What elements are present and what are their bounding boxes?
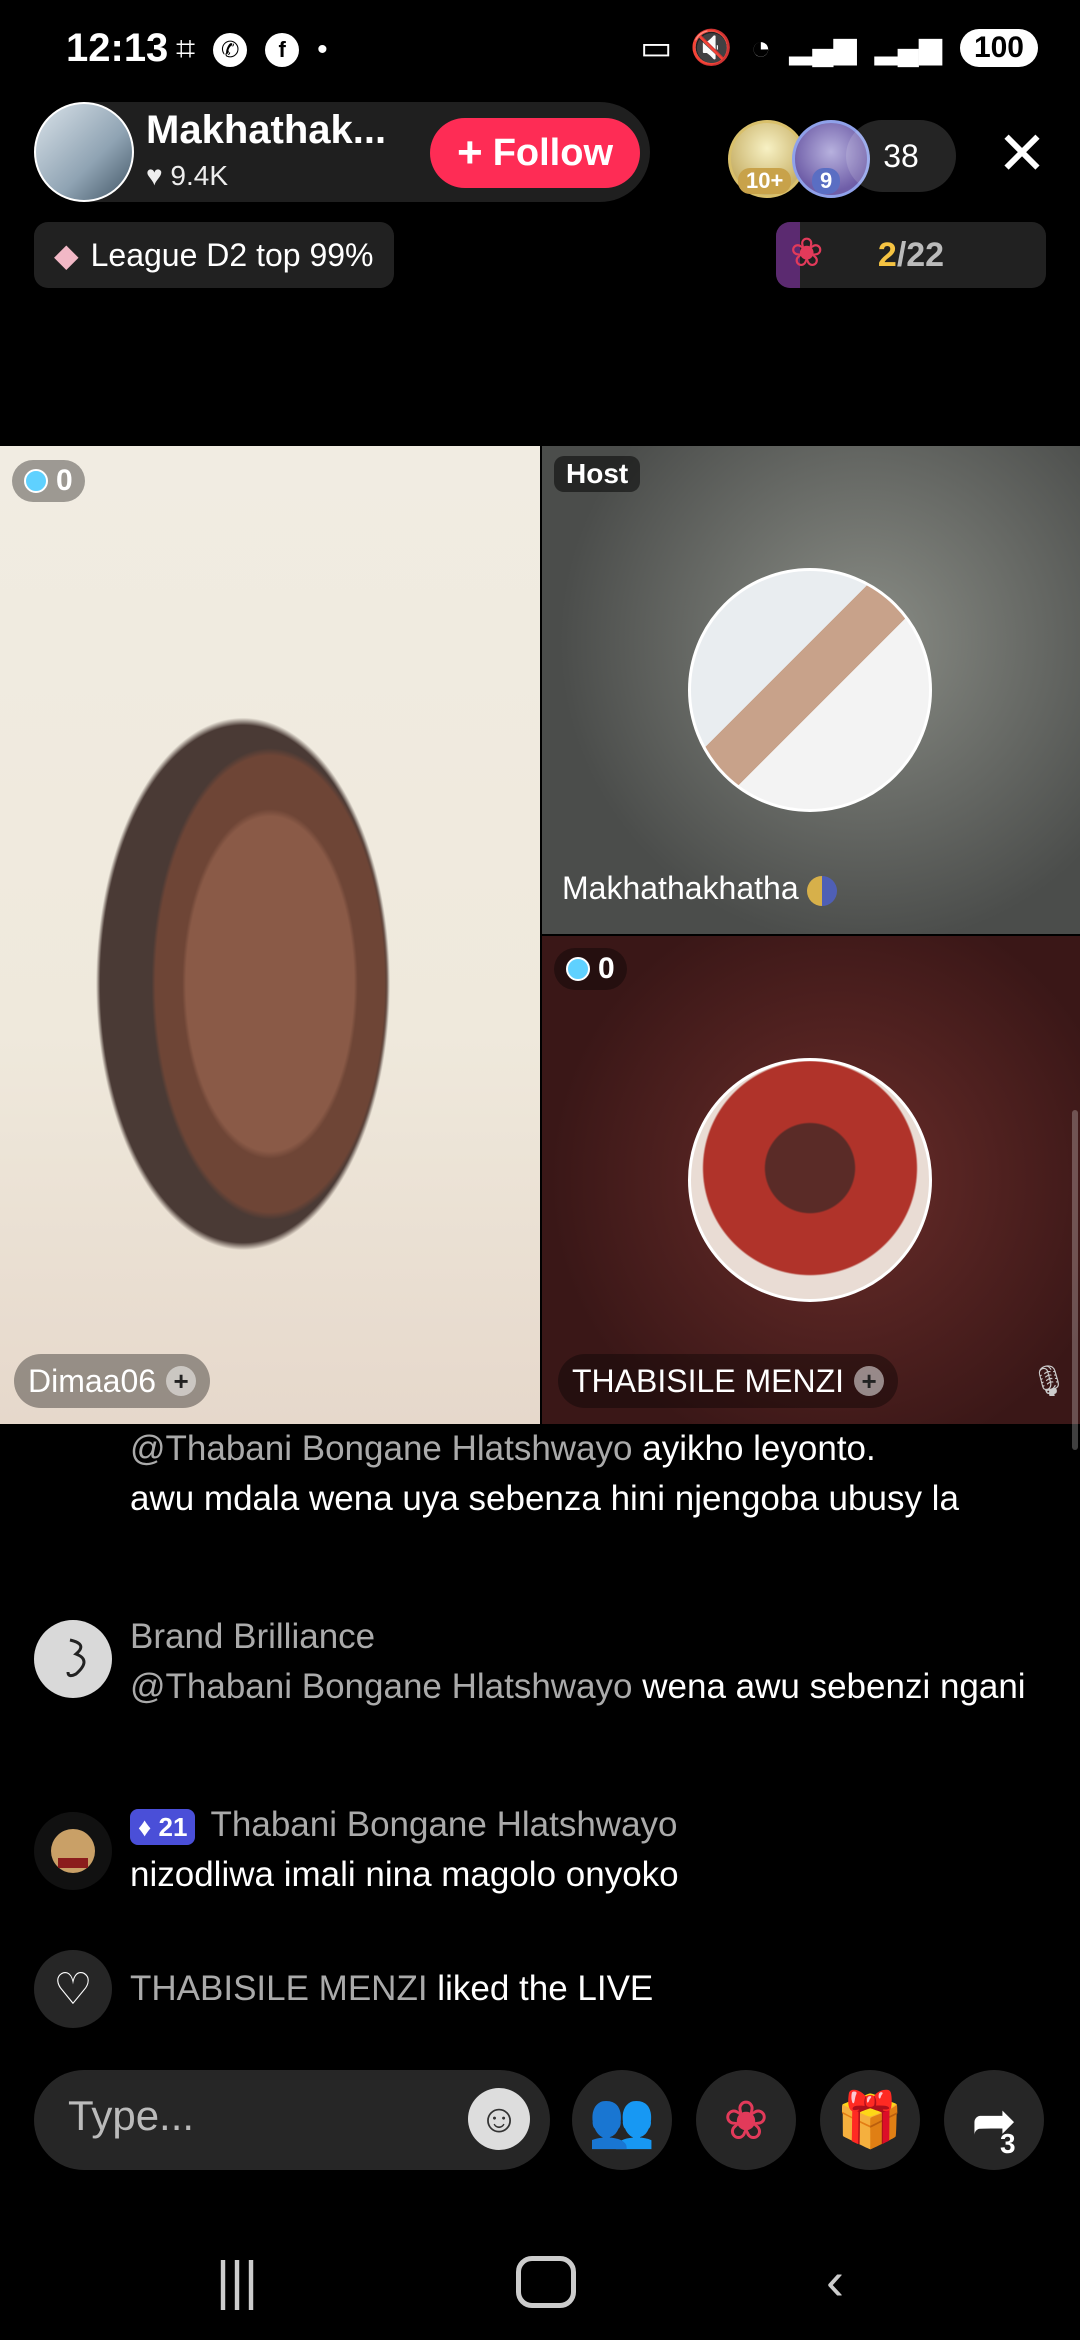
mute-icon: 🔇 — [690, 29, 733, 67]
status-right-icons: ▭ 🔇 ◔ ▂▄▆ ▂▄▆ 100 — [640, 28, 1038, 68]
dot-icon: • — [317, 32, 328, 66]
gift-icon: 🎁 — [836, 2089, 904, 2150]
chat-message[interactable]: Brand Brilliance @Thabani Bongane Hlatsh… — [34, 1612, 1054, 1772]
chat-message-text: Brand Brilliance @Thabani Bongane Hlatsh… — [130, 1612, 1054, 1712]
battery-indicator: 100 — [959, 29, 1038, 67]
chat-message[interactable]: @Thabani Bongane Hlatshwayo ayikho leyon… — [34, 1420, 1054, 1560]
share-count: 3 — [1000, 2128, 1016, 2159]
score-icon — [566, 957, 590, 981]
gift-button[interactable]: 🎁 — [820, 2070, 920, 2170]
whatsapp-icon: ✆ — [213, 32, 248, 67]
plus-icon: + — [456, 128, 483, 177]
diamond-icon: ◆ — [54, 237, 79, 273]
host-tile-name-text: Makhathakhatha — [562, 870, 799, 906]
guest-name-pill[interactable]: Dimaa06 + — [14, 1354, 211, 1408]
host-likes: ♥ 9.4K — [146, 160, 228, 192]
guest-video-tile[interactable]: 0 Dimaa06 + — [0, 446, 540, 1424]
viewer-count[interactable]: 38 — [846, 120, 956, 192]
heart-outline-icon: ♡ — [34, 1950, 112, 2028]
wifi-icon: ◔ — [750, 28, 772, 67]
share-button[interactable]: ➦ — [944, 2070, 1044, 2170]
host-likes-count: 9.4K — [170, 160, 229, 191]
score-chip: 0 — [554, 948, 627, 990]
mic-muted-icon: 🎙 — [1029, 1365, 1068, 1398]
back-icon[interactable]: ‹ — [826, 2250, 844, 2312]
emoji-icon[interactable]: ☺ — [468, 2088, 530, 2150]
viewer-badge: 9 — [812, 168, 841, 194]
recent-apps-icon[interactable]: ||| — [216, 2250, 258, 2312]
level-icon — [806, 875, 837, 906]
rose-current: 2 — [877, 235, 897, 274]
chat-text: awu mdala wena uya sebenza hini njengoba… — [130, 1479, 959, 1518]
guest-video-tile[interactable]: 0 THABISILE MENZI + 🎙 — [542, 936, 1080, 1424]
rose-goal[interactable]: ❀ 2 /22 — [776, 222, 1046, 288]
follow-button[interactable]: + Follow — [430, 118, 640, 188]
facebook-icon: f — [265, 32, 300, 67]
host-video-tile[interactable]: Host Makhathakhatha — [542, 446, 1080, 934]
rose-gift-button[interactable]: ❀ — [696, 2070, 796, 2170]
chat-message[interactable]: ♦ 21 Thabani Bongane Hlatshwayo nizodliw… — [34, 1800, 1054, 1910]
viewer-badge: 10+ — [738, 168, 792, 194]
home-icon[interactable] — [516, 2256, 576, 2308]
host-tag: Host — [554, 456, 641, 492]
league-text: League D2 top 99% — [90, 236, 374, 273]
rose-count: 2 /22 — [776, 222, 1046, 288]
guest-name: THABISILE MENZI — [572, 1362, 845, 1399]
host-tile-name: Makhathakhatha — [562, 870, 837, 907]
chat-text-partial: ayikho leyonto. — [642, 1429, 876, 1468]
brand-logo-icon — [66, 1638, 86, 1678]
heart-icon: ♥ — [146, 160, 163, 191]
host-name[interactable]: Makhathak... — [146, 108, 386, 153]
signal-icon: ▂▄▆ — [874, 31, 942, 65]
score-icon — [24, 469, 48, 493]
score-chip: 0 — [12, 460, 85, 502]
chat-username[interactable]: THABISILE MENZI — [130, 1969, 428, 2008]
chat-text: nizodliwa imali nina magolo onyoko — [130, 1855, 679, 1894]
chat-like-notice: ♡ THABISILE MENZI liked the LIVE — [34, 1950, 1054, 2030]
chat-text: liked the LIVE — [437, 1969, 654, 2008]
chat-message-text: @Thabani Bongane Hlatshwayo ayikho leyon… — [130, 1424, 1054, 1524]
chat-username[interactable]: Brand Brilliance — [130, 1617, 375, 1656]
host-tile-avatar — [688, 568, 932, 812]
screenshot-icon: ⌗ — [176, 30, 196, 68]
multi-guest-button[interactable]: 👥 — [572, 2070, 672, 2170]
guest-name-pill[interactable]: THABISILE MENZI + — [558, 1354, 899, 1408]
add-icon[interactable]: + — [854, 1366, 885, 1396]
add-icon[interactable]: + — [166, 1366, 197, 1396]
guest-name: Dimaa06 — [28, 1362, 157, 1399]
chat-username[interactable]: Thabani Bongane Hlatshwayo — [211, 1805, 678, 1844]
chat-avatar[interactable] — [34, 1812, 112, 1890]
chat-text: wena awu sebenzi ngani — [642, 1667, 1026, 1706]
follow-label: Follow — [492, 131, 613, 174]
chat-scrollbar[interactable] — [1072, 1110, 1078, 1450]
guest-tile-avatar — [688, 1058, 932, 1302]
host-avatar[interactable] — [34, 102, 134, 202]
comment-placeholder: Type... — [68, 2092, 195, 2139]
rose-total: /22 — [896, 235, 945, 274]
shield-icon — [51, 1829, 95, 1873]
chat-mention: @Thabani Bongane Hlatshwayo — [130, 1429, 633, 1468]
cast-icon: ▭ — [640, 29, 673, 67]
status-time: 12:13 — [66, 26, 169, 70]
chat-message-text: THABISILE MENZI liked the LIVE — [130, 1964, 1054, 2014]
chat-avatar[interactable] — [34, 1620, 112, 1698]
rose-icon: ❀ — [723, 2090, 769, 2151]
score-value: 0 — [56, 464, 73, 497]
people-icon: 👥 — [588, 2089, 656, 2150]
level-value: 21 — [158, 1811, 188, 1842]
status-left-icons: ⌗ ✆ f • — [176, 30, 328, 69]
level-badge: ♦ 21 — [130, 1808, 196, 1845]
chat-mention: @Thabani Bongane Hlatshwayo — [130, 1667, 633, 1706]
chat-message-text: ♦ 21 Thabani Bongane Hlatshwayo nizodliw… — [130, 1800, 1054, 1900]
league-badge[interactable]: ◆ League D2 top 99% — [34, 222, 394, 288]
score-value: 0 — [598, 952, 615, 985]
close-button[interactable]: ✕ — [990, 124, 1054, 188]
signal-icon: ▂▄▆ — [789, 31, 857, 65]
